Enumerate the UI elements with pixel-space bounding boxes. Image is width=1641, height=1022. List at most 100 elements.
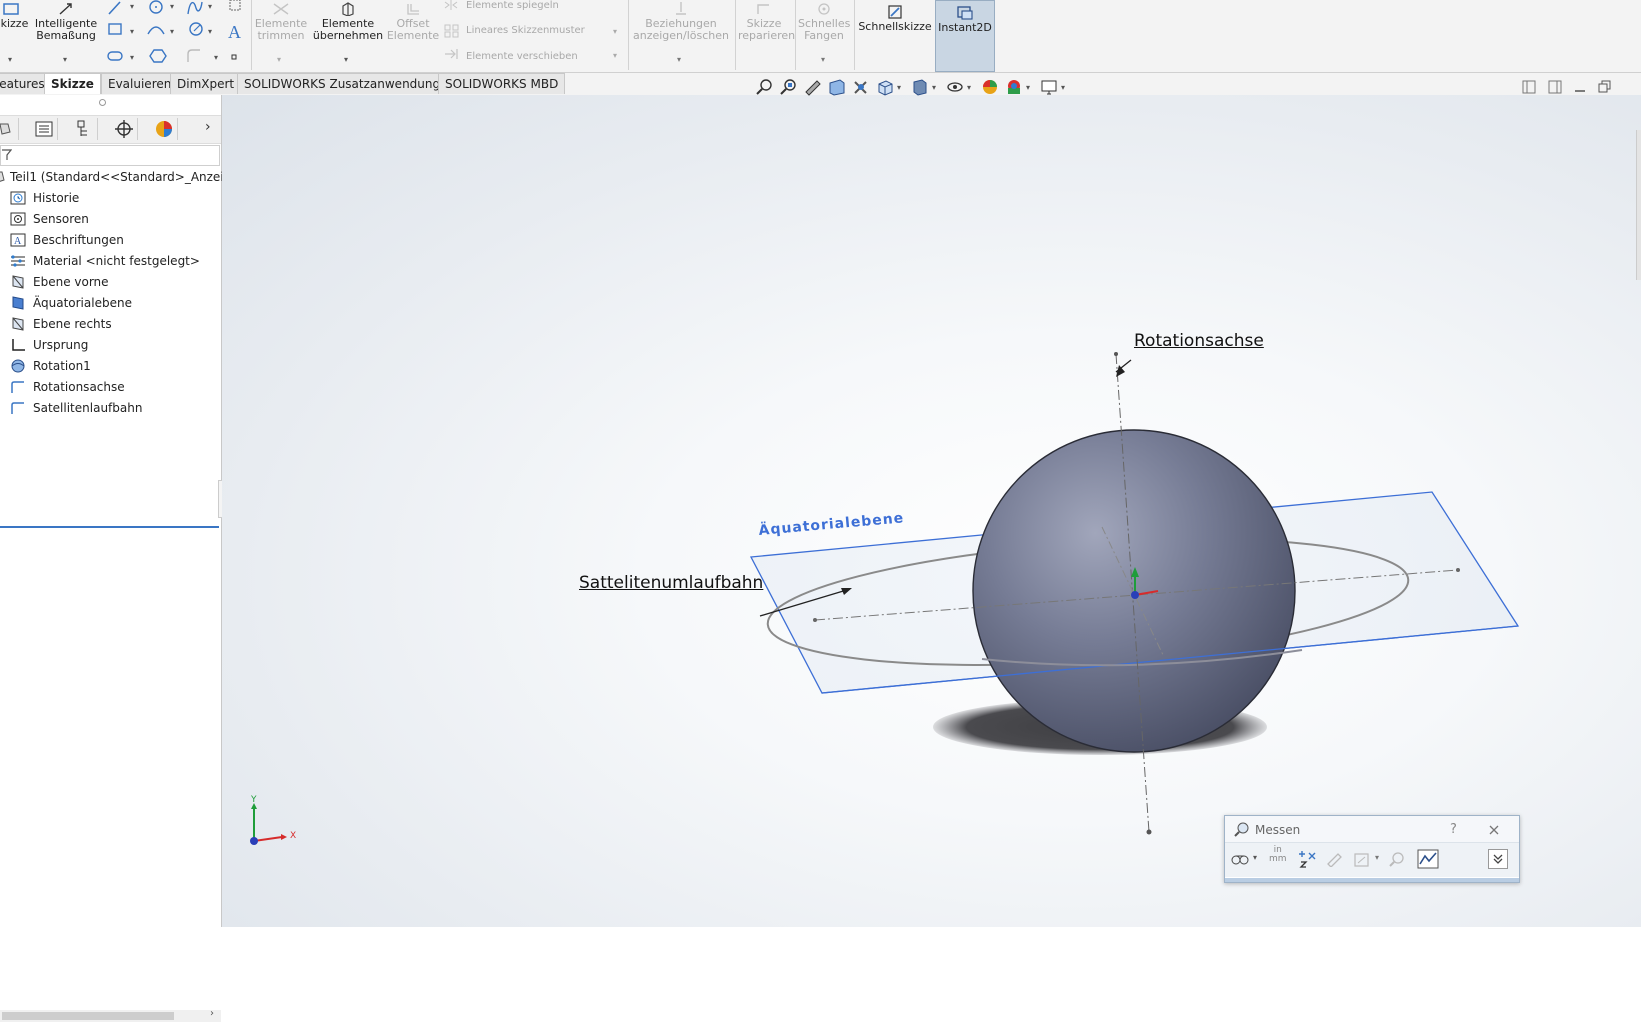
chevron-down-icon[interactable]: ▾	[344, 55, 348, 64]
hexagon-tool-icon[interactable]	[149, 49, 167, 63]
show-xyz-measurements-icon[interactable]	[1297, 850, 1317, 868]
chevron-down-icon[interactable]: ▾	[677, 55, 681, 64]
measure-toolbar: ▾ in mm ▾	[1225, 842, 1519, 877]
lineares-skizzenmuster-button[interactable]: Lineares Skizzenmuster	[466, 25, 585, 36]
filter-icon	[2, 149, 12, 160]
fillet-tool-icon[interactable]	[187, 49, 200, 62]
beziehungen-anzeigen-button[interactable]: Beziehungen anzeigen/löschen	[633, 2, 729, 42]
tile-right-icon[interactable]	[1548, 80, 1562, 94]
help-button[interactable]: ?	[1450, 822, 1457, 837]
edit-appearance-icon[interactable]	[980, 78, 1000, 96]
chevron-right-icon[interactable]: ›	[210, 1008, 214, 1019]
chevron-right-icon[interactable]: ›	[205, 119, 211, 135]
tab-solidworks-zusatzanwendungen[interactable]: SOLIDWORKS Zusatzanwendungen	[237, 73, 463, 94]
zoom-to-fit-icon[interactable]	[755, 78, 775, 96]
elemente-verschieben-button[interactable]: Elemente verschieben	[466, 51, 578, 62]
circle-tool-icon[interactable]	[149, 0, 163, 14]
chevron-down-icon[interactable]: ▾	[1026, 83, 1030, 92]
view-settings-icon[interactable]	[1039, 78, 1059, 96]
chevron-down-icon[interactable]: ▾	[613, 51, 617, 60]
arc-circle-measure-icon[interactable]	[1231, 852, 1249, 866]
dynamic-annotation-icon[interactable]	[851, 78, 871, 96]
tab-evaluieren[interactable]: Evaluieren	[101, 73, 179, 94]
tile-left-icon[interactable]	[1522, 80, 1536, 94]
arc-tool-icon[interactable]	[147, 26, 165, 35]
apply-scene-icon[interactable]	[1004, 78, 1024, 96]
tree-filter-input[interactable]	[0, 145, 220, 166]
schnelles-fangen-button[interactable]: Schnelles Fangen	[798, 2, 850, 42]
hide-show-items-icon[interactable]	[945, 78, 965, 96]
measure-history-icon[interactable]	[1389, 851, 1407, 867]
restore-icon[interactable]	[1598, 80, 1612, 94]
view-orientation-icon[interactable]	[875, 78, 895, 96]
task-pane-edge[interactable]	[1636, 130, 1641, 280]
point-to-point-icon[interactable]	[1325, 851, 1343, 867]
chevron-down-icon[interactable]: ▾	[130, 53, 134, 62]
intelligente-bemassung-button[interactable]: Intelligente Bemaßung	[34, 2, 98, 42]
rectangle-tool-icon[interactable]	[108, 23, 122, 35]
display-style-icon[interactable]	[910, 78, 930, 96]
graphics-area[interactable]: Rotationsachse Sattelitenumlaufbahn Äqua…	[222, 95, 1641, 927]
section-view-icon[interactable]	[827, 78, 847, 96]
label-rotationsachse[interactable]: Rotationsachse	[1134, 331, 1264, 351]
point-tool-icon[interactable]	[231, 54, 237, 60]
instant2d-button[interactable]: Instant2D	[935, 0, 995, 72]
dimxpert-manager-tab-icon[interactable]	[111, 118, 138, 140]
minimize-icon[interactable]	[1573, 80, 1587, 94]
label-sattelitenumlaufbahn[interactable]: Sattelitenumlaufbahn	[579, 573, 763, 593]
feature-manager-tab-icon[interactable]	[0, 118, 19, 140]
expand-dialog-button[interactable]	[1488, 849, 1508, 869]
centerline-icon[interactable]	[229, 0, 241, 11]
chevron-down-icon[interactable]: ▾	[208, 27, 212, 36]
chevron-down-icon[interactable]: ▾	[170, 27, 174, 36]
measure-titlebar[interactable]: Messen ?	[1225, 816, 1519, 842]
display-manager-tab-icon[interactable]	[151, 118, 178, 140]
schnellskizze-button[interactable]: Schnellskizze	[858, 5, 932, 33]
chevron-down-icon[interactable]: ▾	[821, 55, 825, 64]
skizze-reparieren-button[interactable]: Skizze reparieren	[738, 2, 795, 42]
offset-elemente-button[interactable]: Offset Elemente	[386, 2, 440, 42]
chevron-down-icon[interactable]: ▾	[170, 2, 174, 11]
create-sensor-icon[interactable]	[1417, 849, 1439, 869]
scrollbar-thumb[interactable]	[2, 1012, 174, 1020]
chevron-down-icon[interactable]: ▾	[214, 53, 218, 62]
spline-tool-icon[interactable]	[187, 1, 203, 15]
chevron-down-icon[interactable]: ▾	[130, 2, 134, 11]
polygon-tool-icon[interactable]	[189, 22, 203, 36]
chevron-down-icon[interactable]: ▾	[1375, 853, 1379, 862]
chevron-down-icon[interactable]: ▾	[613, 27, 617, 36]
elemente-spiegeln-button[interactable]: Elemente spiegeln	[466, 0, 559, 11]
tab-skizze[interactable]: Skizze	[44, 73, 101, 94]
chevron-down-icon[interactable]: ▾	[277, 55, 281, 64]
chevron-down-icon[interactable]: ▾	[63, 55, 67, 64]
property-manager-tab-icon[interactable]	[31, 118, 58, 140]
axis-endpoint[interactable]	[1114, 352, 1118, 356]
rollback-bar[interactable]	[0, 526, 219, 528]
chevron-down-icon[interactable]: ▾	[1061, 83, 1065, 92]
zoom-area-icon[interactable]	[779, 78, 799, 96]
chevron-down-icon[interactable]: ▾	[8, 55, 12, 64]
tab-dimxpert[interactable]: DimXpert	[170, 73, 242, 94]
chevron-down-icon[interactable]: ▾	[1253, 853, 1257, 862]
chevron-down-icon[interactable]: ▾	[897, 83, 901, 92]
panel-grip[interactable]	[99, 99, 106, 106]
previous-view-icon[interactable]	[803, 78, 823, 96]
chevron-down-icon[interactable]: ▾	[932, 83, 936, 92]
chevron-down-icon[interactable]: ▾	[208, 2, 212, 11]
units-precision-button[interactable]: in mm	[1269, 846, 1287, 864]
triad-origin	[250, 837, 258, 845]
slot-tool-icon[interactable]	[107, 51, 123, 61]
close-icon[interactable]	[1488, 824, 1500, 836]
horizontal-scrollbar[interactable]: ›	[0, 1008, 221, 1022]
axis-endpoint[interactable]	[1146, 829, 1152, 835]
tab-solidworks-mbd[interactable]: SOLIDWORKS MBD	[438, 73, 566, 94]
chevron-down-icon[interactable]: ▾	[967, 83, 971, 92]
elemente-uebernehmen-button[interactable]: Elemente übernehmen	[312, 2, 384, 42]
skizze-button[interactable]: Skizze	[0, 2, 30, 30]
line-tool-icon[interactable]	[108, 1, 121, 15]
elemente-trimmen-button[interactable]: Elemente trimmen	[254, 2, 308, 42]
chevron-down-icon[interactable]: ▾	[130, 27, 134, 36]
text-tool-icon[interactable]: A	[228, 22, 241, 42]
configuration-manager-tab-icon[interactable]	[71, 118, 98, 140]
projection-icon[interactable]	[1353, 851, 1371, 867]
